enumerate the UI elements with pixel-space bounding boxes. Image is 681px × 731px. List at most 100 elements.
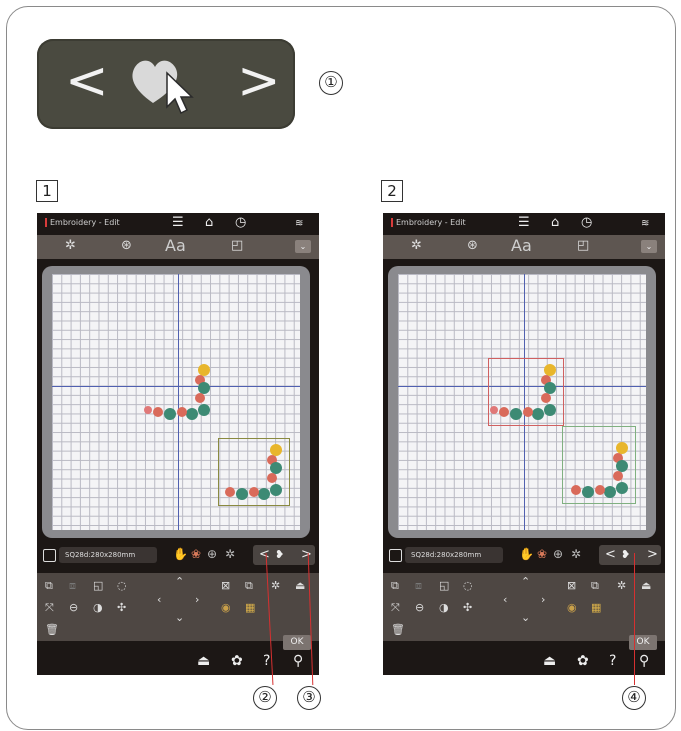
bottom-bar: ⏏ ✿ ? ⚲ xyxy=(37,649,319,675)
floral-corner-design-2[interactable] xyxy=(566,438,634,502)
select-design-button-graphic: < > xyxy=(37,39,295,129)
tools-icon[interactable]: ⚲ xyxy=(639,653,649,669)
align-icon[interactable]: ⊠ xyxy=(567,579,576,592)
hand-icon[interactable]: ✋ xyxy=(173,547,188,561)
delete-icon[interactable]: 🗑 xyxy=(391,623,405,636)
arrow-left-icon[interactable]: ‹ xyxy=(157,593,161,606)
stitch-icon[interactable]: ✲ xyxy=(271,579,280,592)
menu-icon[interactable]: ☰ xyxy=(518,215,530,230)
tab-layout[interactable]: ◰ xyxy=(231,238,243,253)
floral-corner-design-1[interactable] xyxy=(142,358,222,438)
callout-4: ④ xyxy=(622,686,646,710)
arrow-down-icon[interactable]: ⌄ xyxy=(521,611,530,624)
grid-area[interactable] xyxy=(52,274,300,530)
hoop-icon[interactable]: ⏏ xyxy=(641,579,651,592)
arrow-down-icon[interactable]: ⌄ xyxy=(175,611,184,624)
scale-icon[interactable]: ⤧ xyxy=(391,601,400,615)
scale-icon[interactable]: ⤧ xyxy=(45,601,54,615)
bottom-bar: ⏏ ✿ ? ⚲ xyxy=(383,649,665,675)
zoom-icon[interactable]: ⊕ xyxy=(553,547,563,561)
arrow-right-icon[interactable]: › xyxy=(195,593,199,606)
rotate-icon[interactable]: ◌ xyxy=(463,579,473,592)
tab-design[interactable]: ✲ xyxy=(65,238,76,253)
resize-icon[interactable]: ◱ xyxy=(93,579,103,592)
color-sort-icon[interactable]: ▦ xyxy=(245,601,255,614)
screen-title: Embroidery - Edit xyxy=(45,218,120,227)
copy-icon[interactable]: ⧉ xyxy=(391,579,399,593)
select-all-designs-button[interactable]: ❥ xyxy=(621,545,630,565)
tab-layout[interactable]: ◰ xyxy=(577,238,589,253)
prev-design-button[interactable]: < xyxy=(259,545,270,565)
arrow-right-icon[interactable]: › xyxy=(541,593,545,606)
tab-design[interactable]: ✲ xyxy=(411,238,422,253)
tab-edit[interactable]: ⊛ xyxy=(467,238,478,253)
step-1-label: 1 xyxy=(36,180,58,202)
home-icon[interactable]: ⌂ xyxy=(205,215,213,230)
prev-design-button[interactable]: < xyxy=(605,545,616,565)
resize-icon[interactable]: ◱ xyxy=(439,579,449,592)
hoop-position-icon[interactable]: ⏏ xyxy=(543,653,556,669)
chevron-right-icon: > xyxy=(237,51,281,111)
zoom-icon[interactable]: ⊕ xyxy=(207,547,217,561)
center-icon[interactable]: ✣ xyxy=(463,601,472,614)
color-sort-icon[interactable]: ▦ xyxy=(591,601,601,614)
flip-vertical-icon[interactable]: ⊖ xyxy=(69,601,78,614)
tab-text[interactable]: Aa xyxy=(165,236,186,255)
clock-icon[interactable]: ◷ xyxy=(581,215,592,230)
select-all-checkbox[interactable] xyxy=(389,549,402,562)
tools-icon[interactable]: ⚲ xyxy=(293,653,303,669)
align-icon[interactable]: ⊠ xyxy=(221,579,230,592)
duplicate-icon[interactable]: ⧉ xyxy=(245,579,253,593)
flower-icon[interactable]: ❀ xyxy=(191,547,201,561)
home-icon[interactable]: ⌂ xyxy=(551,215,559,230)
next-design-button[interactable]: > xyxy=(647,545,658,565)
dropdown-button[interactable]: ⌄ xyxy=(295,240,311,253)
arrow-up-icon[interactable]: ⌃ xyxy=(521,575,530,588)
screen-step-1: Embroidery - Edit ☰ ⌂ ◷ ≋ ✲ ⊛ Aa ◰ ⌄ SQ2… xyxy=(37,213,319,675)
menu-icon[interactable]: ☰ xyxy=(172,215,184,230)
group-icon[interactable]: ⧈ xyxy=(415,579,422,593)
rotate-icon[interactable]: ◌ xyxy=(117,579,127,592)
wifi-icon: ≋ xyxy=(641,218,650,229)
flip-vertical-icon[interactable]: ⊖ xyxy=(415,601,424,614)
settings-icon[interactable]: ✿ xyxy=(577,653,589,669)
zoom-fit-icon[interactable]: ✲ xyxy=(225,547,235,561)
select-all-checkbox[interactable] xyxy=(43,549,56,562)
ok-button[interactable]: OK xyxy=(283,635,311,650)
center-icon[interactable]: ✣ xyxy=(117,601,126,614)
status-bar: Embroidery - Edit ☰ ⌂ ◷ ≋ xyxy=(383,213,665,235)
hoop-icon[interactable]: ⏏ xyxy=(295,579,305,592)
copy-icon[interactable]: ⧉ xyxy=(45,579,53,593)
design-select-nav: < ❥ > xyxy=(253,545,315,565)
settings-icon[interactable]: ✿ xyxy=(231,653,243,669)
clock-icon[interactable]: ◷ xyxy=(235,215,246,230)
tab-bar: ✲ ⊛ Aa ◰ ⌄ xyxy=(383,235,665,259)
help-icon[interactable]: ? xyxy=(263,653,270,669)
dropdown-button[interactable]: ⌄ xyxy=(641,240,657,253)
delete-icon[interactable]: 🗑 xyxy=(45,623,59,636)
zoom-fit-icon[interactable]: ✲ xyxy=(571,547,581,561)
callout-3: ③ xyxy=(297,686,321,710)
color-wheel-icon[interactable]: ◉ xyxy=(221,601,231,614)
hand-icon[interactable]: ✋ xyxy=(519,547,534,561)
hoop-position-icon[interactable]: ⏏ xyxy=(197,653,210,669)
screen-step-2: Embroidery - Edit ☰ ⌂ ◷ ≋ ✲ ⊛ Aa ◰ ⌄ SQ2… xyxy=(383,213,665,675)
embroidery-canvas xyxy=(388,266,656,538)
help-icon[interactable]: ? xyxy=(609,653,616,669)
flip-horizontal-icon[interactable]: ◑ xyxy=(439,601,449,614)
heart-cursor-icon: ❥ xyxy=(275,548,285,561)
tab-text[interactable]: Aa xyxy=(511,236,532,255)
floral-corner-design-2[interactable] xyxy=(220,440,288,504)
arrow-up-icon[interactable]: ⌃ xyxy=(175,575,184,588)
grid-area[interactable] xyxy=(398,274,646,530)
group-icon[interactable]: ⧈ xyxy=(69,579,76,593)
stitch-icon[interactable]: ✲ xyxy=(617,579,626,592)
next-design-button[interactable]: > xyxy=(301,545,312,565)
arrow-left-icon[interactable]: ‹ xyxy=(503,593,507,606)
floral-corner-design-1[interactable] xyxy=(488,358,568,438)
flower-icon[interactable]: ❀ xyxy=(537,547,547,561)
color-wheel-icon[interactable]: ◉ xyxy=(567,601,577,614)
duplicate-icon[interactable]: ⧉ xyxy=(591,579,599,593)
tab-edit[interactable]: ⊛ xyxy=(121,238,132,253)
flip-horizontal-icon[interactable]: ◑ xyxy=(93,601,103,614)
